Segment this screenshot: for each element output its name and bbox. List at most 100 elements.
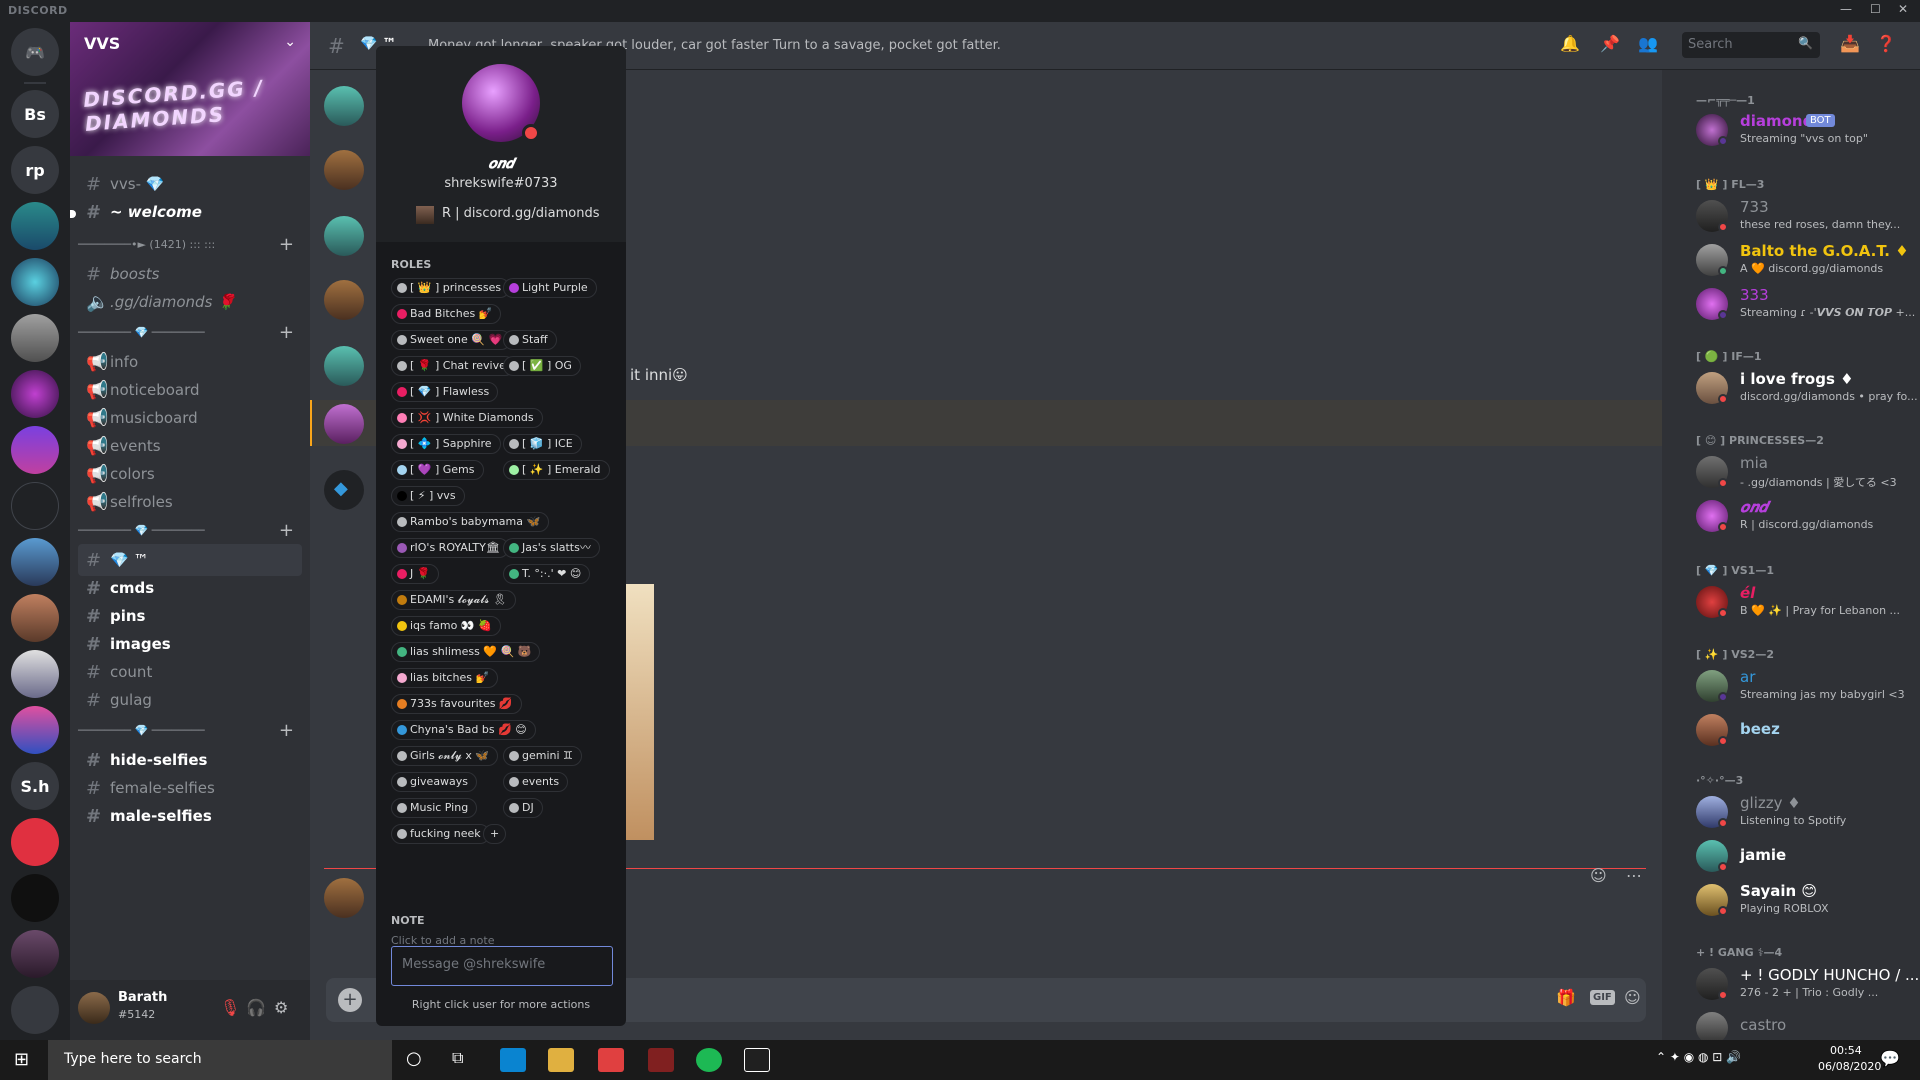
inbox-icon[interactable]: 📥: [1840, 34, 1860, 53]
notification-icon[interactable]: 💬: [1880, 1049, 1900, 1068]
role-chip[interactable]: iqs famo 👀 🍓: [391, 616, 501, 636]
headphones-icon[interactable]: 🎧: [246, 998, 266, 1017]
role-chip[interactable]: fucking neek: [391, 824, 490, 844]
guild-icon[interactable]: [11, 594, 59, 642]
role-color-icon[interactable]: [509, 777, 519, 787]
guild-folder[interactable]: [11, 986, 59, 1034]
role-chip[interactable]: Jas's slatts〰: [503, 538, 600, 558]
role-chip[interactable]: Chyna's Bad bs 💋 😊: [391, 720, 536, 740]
guild-sidecraft[interactable]: [11, 202, 59, 250]
role-chip[interactable]: lias bitches 💅: [391, 668, 499, 688]
guild-horse[interactable]: [11, 482, 59, 530]
gift-icon[interactable]: 🎁: [1556, 988, 1576, 1007]
role-color-icon[interactable]: [509, 361, 519, 371]
category-header[interactable]: ──────── 💎 ──────── +: [78, 520, 302, 541]
more-icon[interactable]: ⋯: [1626, 866, 1642, 885]
role-chip[interactable]: [ 💜 ] Gems: [391, 460, 484, 480]
channel-male-selfies[interactable]: # male-selfies: [78, 800, 302, 832]
cortana-icon[interactable]: ○: [406, 1048, 422, 1069]
members-icon[interactable]: 👥: [1638, 34, 1658, 53]
popout-user-tag[interactable]: shrekswife#0733: [376, 176, 626, 191]
role-color-icon[interactable]: [509, 803, 519, 813]
role-color-icon[interactable]: [397, 543, 407, 553]
role-chip[interactable]: [ ⚡ ] vvs: [391, 486, 465, 506]
role-chip[interactable]: Light Purple: [503, 278, 597, 298]
close-button[interactable]: ✕: [1898, 2, 1908, 16]
role-chip[interactable]: Bad Bitches 💅: [391, 304, 502, 324]
role-chip[interactable]: [ 👑 ] princesses: [391, 278, 511, 298]
guild-icon[interactable]: [11, 314, 59, 362]
member-item[interactable]: glizzy ♦ Listening to Spotify: [1696, 794, 1916, 838]
role-chip[interactable]: DJ: [503, 798, 543, 818]
avatar[interactable]: [324, 878, 364, 918]
role-color-icon[interactable]: [397, 309, 407, 319]
member-item[interactable]: + ! GODLY HUNCHO / ... 276 - 2 + | Trio …: [1696, 966, 1919, 1010]
role-chip[interactable]: [ ✅ ] OG: [503, 356, 581, 376]
file-explorer-icon[interactable]: [548, 1048, 574, 1072]
clock-time[interactable]: 00:54: [1830, 1044, 1862, 1057]
chevron-down-icon[interactable]: ⌄: [284, 34, 296, 50]
channel-selfroles[interactable]: 📢 selfroles: [78, 486, 302, 518]
task-view-icon[interactable]: ⧉: [452, 1048, 463, 1068]
role-chip[interactable]: [ 🧊 ] ICE: [503, 434, 582, 454]
role-color-icon[interactable]: [397, 829, 407, 839]
member-item[interactable]: jamie: [1696, 838, 1916, 882]
guild-icon[interactable]: [11, 818, 59, 866]
role-color-icon[interactable]: [397, 595, 407, 605]
gif-icon[interactable]: GIF: [1590, 990, 1615, 1005]
add-reaction-icon[interactable]: ☺: [1590, 866, 1607, 885]
guild-icon[interactable]: [11, 538, 59, 586]
category-header[interactable]: ──────── 💎 ──────── +: [78, 322, 302, 343]
role-color-icon[interactable]: [509, 569, 519, 579]
member-item[interactable]: él B 🧡 ✨ | Pray for Lebanon ...: [1696, 584, 1916, 628]
role-color-icon[interactable]: [397, 361, 407, 371]
guild-sh[interactable]: S.h: [11, 762, 59, 810]
role-chip[interactable]: Rambo's babymama 🦋: [391, 512, 550, 532]
role-color-icon[interactable]: [397, 569, 407, 579]
role-chip[interactable]: EDAMI's 𝓵𝓸𝔂𝓪𝓵𝓼 🎗: [391, 590, 516, 610]
home-button[interactable]: 🎮: [11, 28, 59, 76]
member-item[interactable]: 733 these red roses, damn they...: [1696, 198, 1916, 242]
guild-icon[interactable]: [11, 258, 59, 306]
add-channel-icon[interactable]: +: [279, 322, 294, 343]
avatar[interactable]: [78, 992, 110, 1024]
role-color-icon[interactable]: [397, 335, 407, 345]
guild-icon[interactable]: [11, 874, 59, 922]
role-color-icon[interactable]: [397, 673, 407, 683]
avatar[interactable]: [324, 216, 364, 256]
role-color-icon[interactable]: [509, 543, 519, 553]
add-channel-icon[interactable]: +: [279, 720, 294, 741]
member-item[interactable]: Balto the G.O.A.T. ♦ A 🧡 discord.gg/diam…: [1696, 242, 1916, 286]
guild-rp[interactable]: rp: [11, 146, 59, 194]
role-color-icon[interactable]: [509, 283, 519, 293]
member-item[interactable]: ar Streaming jas my babygirl <3: [1696, 668, 1916, 712]
role-color-icon[interactable]: [397, 491, 407, 501]
channel-voice[interactable]: 🔈 .gg/diamonds 🌹: [78, 286, 302, 318]
member-item[interactable]: castro: [1696, 1010, 1916, 1040]
role-chip[interactable]: [ 💠 ] Sapphire: [391, 434, 501, 454]
settings-icon[interactable]: ⚙: [274, 998, 288, 1017]
role-chip[interactable]: events: [503, 772, 569, 792]
category-header[interactable]: ────────•► (1421) ::: ::: +: [78, 234, 302, 255]
clock-date[interactable]: 06/08/2020: [1818, 1060, 1881, 1073]
channel-welcome[interactable]: # ~ welcome: [78, 196, 302, 228]
category-header[interactable]: ──────── 💎 ──────── +: [78, 720, 302, 741]
role-chip[interactable]: rIO's ROYALTY🏛: [391, 538, 509, 558]
image-attachment[interactable]: [626, 584, 654, 840]
role-color-icon[interactable]: [397, 725, 407, 735]
avatar[interactable]: ◆: [324, 470, 364, 510]
role-chip[interactable]: Music Ping: [391, 798, 478, 818]
role-color-icon[interactable]: [509, 465, 519, 475]
edge-icon[interactable]: [500, 1048, 526, 1072]
role-color-icon[interactable]: [509, 335, 519, 345]
mute-icon[interactable]: 🎙: [220, 998, 240, 1017]
role-chip[interactable]: Girls 𝓸𝓷𝓵𝔂 x 🦋: [391, 746, 499, 766]
role-chip[interactable]: [ ✨ ] Emerald: [503, 460, 610, 480]
member-item[interactable]: 333 Streaming ɾ -'𝙑𝙑𝙎 𝙊𝙉 𝙏𝙊𝙋 +...: [1696, 286, 1916, 330]
taskbar-search[interactable]: Type here to search: [48, 1040, 392, 1080]
terminal-icon[interactable]: [744, 1048, 770, 1072]
emoji-icon[interactable]: ☺: [1624, 988, 1641, 1007]
minimize-button[interactable]: —: [1840, 2, 1852, 16]
channel-gulag[interactable]: # gulag: [78, 684, 302, 716]
guild-icon[interactable]: [11, 930, 59, 978]
